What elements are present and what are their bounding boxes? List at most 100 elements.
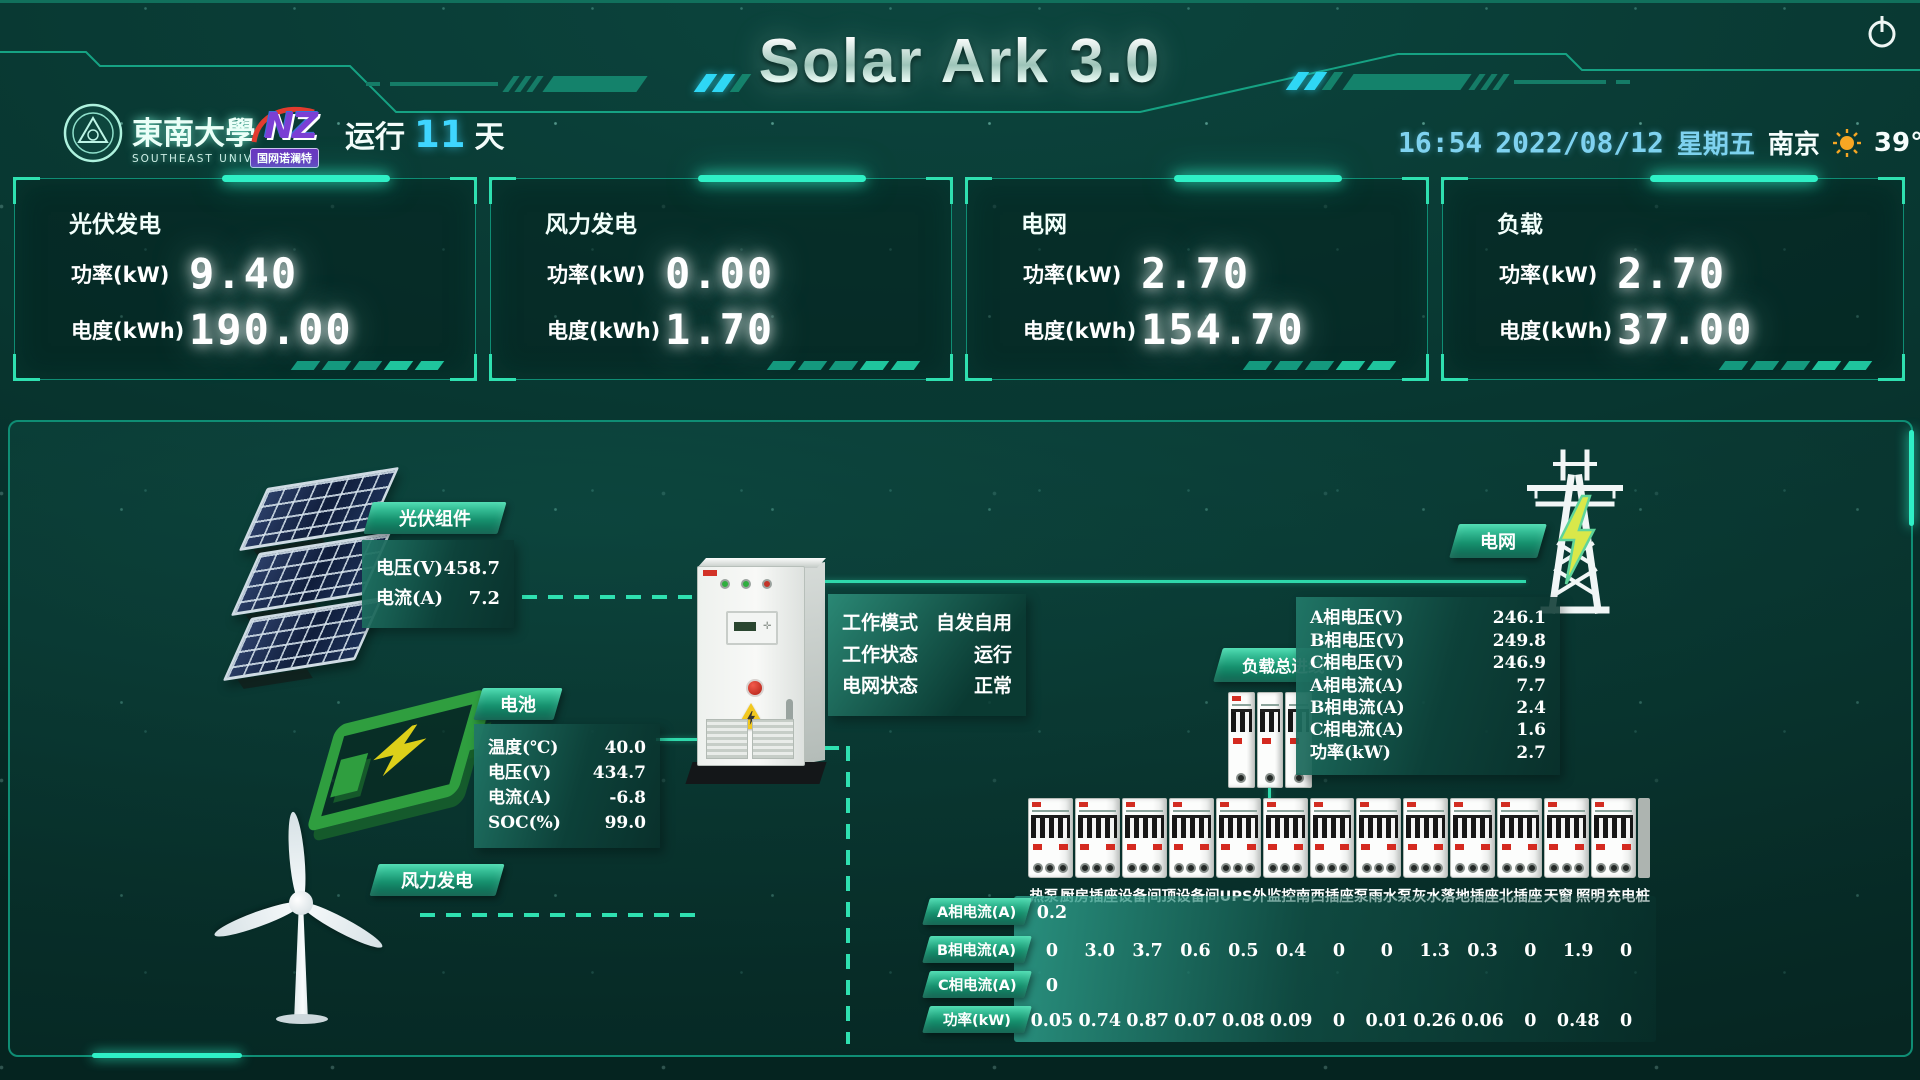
clock-weekday: 星期五 bbox=[1677, 124, 1755, 161]
grid-banner-label: 电网 bbox=[1480, 528, 1516, 554]
card-row-label: 功率(kW) bbox=[71, 259, 189, 289]
stat-card-pv: 光伏发电 功率(kW) 9.40 电度(kWh) 190.00 bbox=[14, 178, 476, 380]
wind-turbine-base bbox=[276, 1014, 328, 1024]
data-label: 温度(℃) bbox=[488, 740, 558, 757]
card-title: 光伏发电 bbox=[69, 205, 161, 239]
load-table-value-row: 0.2 bbox=[1028, 899, 1650, 926]
load-table-cell: 0 bbox=[1028, 941, 1076, 961]
data-value: 1.6 bbox=[1516, 722, 1546, 739]
wind-turbine-hub bbox=[289, 891, 313, 915]
load-table-cell: 0.2 bbox=[1028, 903, 1076, 923]
data-value: 246.9 bbox=[1493, 655, 1546, 672]
clock-bar: 16:54 2022/08/12 星期五 南京 39°C bbox=[1398, 124, 1920, 161]
load-table-row-banner: 功率(kW) bbox=[922, 1006, 1032, 1033]
load-table-value-row: 0.050.740.870.070.080.0900.010.260.0600.… bbox=[1028, 1007, 1650, 1034]
data-value: 7.2 bbox=[469, 590, 500, 608]
solar-ark-dashboard: Solar Ark 3.0 東南大學 SOUTHEAST UNIVERSITY … bbox=[0, 0, 1920, 1080]
load-table-cell: 0.09 bbox=[1267, 1011, 1315, 1031]
data-value: 458.7 bbox=[444, 560, 500, 578]
card-corner bbox=[450, 354, 477, 381]
data-label: B相电流(A) bbox=[1310, 700, 1405, 717]
card-accent-dashes bbox=[770, 361, 917, 370]
data-row: 温度(℃) 40.0 bbox=[488, 740, 646, 757]
card-corner bbox=[450, 177, 477, 204]
card-corner bbox=[926, 177, 953, 204]
data-row: 电压(V) 458.7 bbox=[376, 560, 500, 578]
load-table-row-banner: C相电流(A) bbox=[922, 971, 1032, 998]
load-table-cell: 0 bbox=[1315, 941, 1363, 961]
data-row: A相电流(A)7.7 bbox=[1310, 678, 1546, 695]
card-row-value: 0.00 bbox=[665, 249, 774, 298]
data-label: 电压(V) bbox=[488, 765, 551, 782]
load-table-cell: 0 bbox=[1028, 976, 1076, 996]
load-table-cell: 0.26 bbox=[1411, 1011, 1459, 1031]
data-value: 2.4 bbox=[1516, 700, 1546, 717]
data-row: 工作状态 运行 bbox=[842, 646, 1012, 665]
card-row-label: 功率(kW) bbox=[1499, 259, 1617, 289]
load-table-value-row: 03.03.70.60.50.4001.30.301.90 bbox=[1028, 937, 1650, 964]
data-row: 工作模式 自发自用 bbox=[842, 614, 1012, 633]
card-title: 风力发电 bbox=[545, 205, 637, 239]
card-corner bbox=[13, 354, 40, 381]
seu-logo-icon bbox=[62, 102, 124, 164]
circuit-breaker-icon bbox=[1169, 798, 1214, 878]
battery-banner-label: 电池 bbox=[500, 691, 536, 717]
data-value: 2.7 bbox=[1516, 745, 1546, 762]
load-table-cell: 0 bbox=[1363, 941, 1411, 961]
card-accent-bar bbox=[222, 175, 390, 182]
card-corner bbox=[1441, 354, 1468, 381]
load-table-cell: 0.3 bbox=[1459, 941, 1507, 961]
card-corner bbox=[1878, 177, 1905, 204]
circuit-breaker-icon bbox=[1403, 798, 1448, 878]
pv-module-banner-label: 光伏组件 bbox=[399, 505, 471, 531]
row-banner-label: 功率(kW) bbox=[943, 1009, 1011, 1030]
panel-accent-right bbox=[1909, 430, 1914, 526]
sun-icon bbox=[1833, 129, 1861, 157]
partner-logo: NZ 国网诺澜特 bbox=[248, 102, 334, 168]
connection-wind bbox=[420, 913, 706, 917]
load-table-cell: 1.3 bbox=[1411, 941, 1459, 961]
data-label: A相电压(V) bbox=[1310, 610, 1403, 627]
card-corner bbox=[489, 354, 516, 381]
card-accent-bar bbox=[1650, 175, 1818, 182]
clock-time: 16:54 bbox=[1398, 126, 1482, 159]
runtime-days: 11 bbox=[414, 113, 466, 156]
card-corner bbox=[1441, 177, 1468, 204]
load-table-cell: 0.5 bbox=[1219, 941, 1267, 961]
card-row-value: 2.70 bbox=[1141, 249, 1250, 298]
temperature-value: 39°C bbox=[1874, 128, 1920, 158]
stat-card-grid: 电网 功率(kW) 2.70 电度(kWh) 154.70 bbox=[966, 178, 1428, 380]
circuit-breaker-icon bbox=[1544, 798, 1589, 878]
data-label: 电网状态 bbox=[842, 677, 918, 696]
data-row: 电压(V) 434.7 bbox=[488, 765, 646, 782]
load-table-cell: 0 bbox=[1602, 941, 1650, 961]
card-corner bbox=[926, 354, 953, 381]
load-table-row-banner: B相电流(A) bbox=[922, 936, 1032, 963]
data-row: 电网状态 正常 bbox=[842, 677, 1012, 696]
data-label: SOC(%) bbox=[488, 815, 561, 832]
circuit-breaker-icon bbox=[1122, 798, 1167, 878]
card-row: 功率(kW) 2.70 bbox=[1499, 249, 1726, 298]
data-label: 工作状态 bbox=[842, 646, 918, 665]
runtime-counter: 运行 11 天 bbox=[345, 112, 505, 156]
data-label: 电流(A) bbox=[376, 590, 443, 608]
page-title: Solar Ark 3.0 bbox=[0, 26, 1920, 97]
card-row-label: 电度(kWh) bbox=[547, 315, 665, 345]
load-table-cell: 3.0 bbox=[1076, 941, 1124, 961]
load-table-cell: 3.7 bbox=[1124, 941, 1172, 961]
load-table-cell: 0.87 bbox=[1124, 1011, 1172, 1031]
data-row: A相电压(V)246.1 bbox=[1310, 610, 1546, 627]
data-value: 40.0 bbox=[605, 740, 646, 757]
row-banner-label: A相电流(A) bbox=[937, 901, 1016, 922]
inverter-status-panel: 工作模式 自发自用 工作状态 运行 电网状态 正常 bbox=[828, 594, 1026, 716]
load-table-cell: 0.74 bbox=[1076, 1011, 1124, 1031]
data-label: 工作模式 bbox=[842, 614, 918, 633]
load-inlet-data-panel: A相电压(V)246.1 B相电压(V)249.8 C相电压(V)246.9 A… bbox=[1296, 597, 1560, 775]
card-row-value: 37.00 bbox=[1617, 305, 1753, 354]
stat-card-wind: 风力发电 功率(kW) 0.00 电度(kWh) 1.70 bbox=[490, 178, 952, 380]
card-row-value: 1.70 bbox=[665, 305, 774, 354]
data-label: B相电压(V) bbox=[1310, 633, 1405, 650]
row-banner-label: B相电流(A) bbox=[937, 939, 1016, 960]
card-accent-dashes bbox=[1246, 361, 1393, 370]
power-icon[interactable] bbox=[1866, 14, 1898, 50]
